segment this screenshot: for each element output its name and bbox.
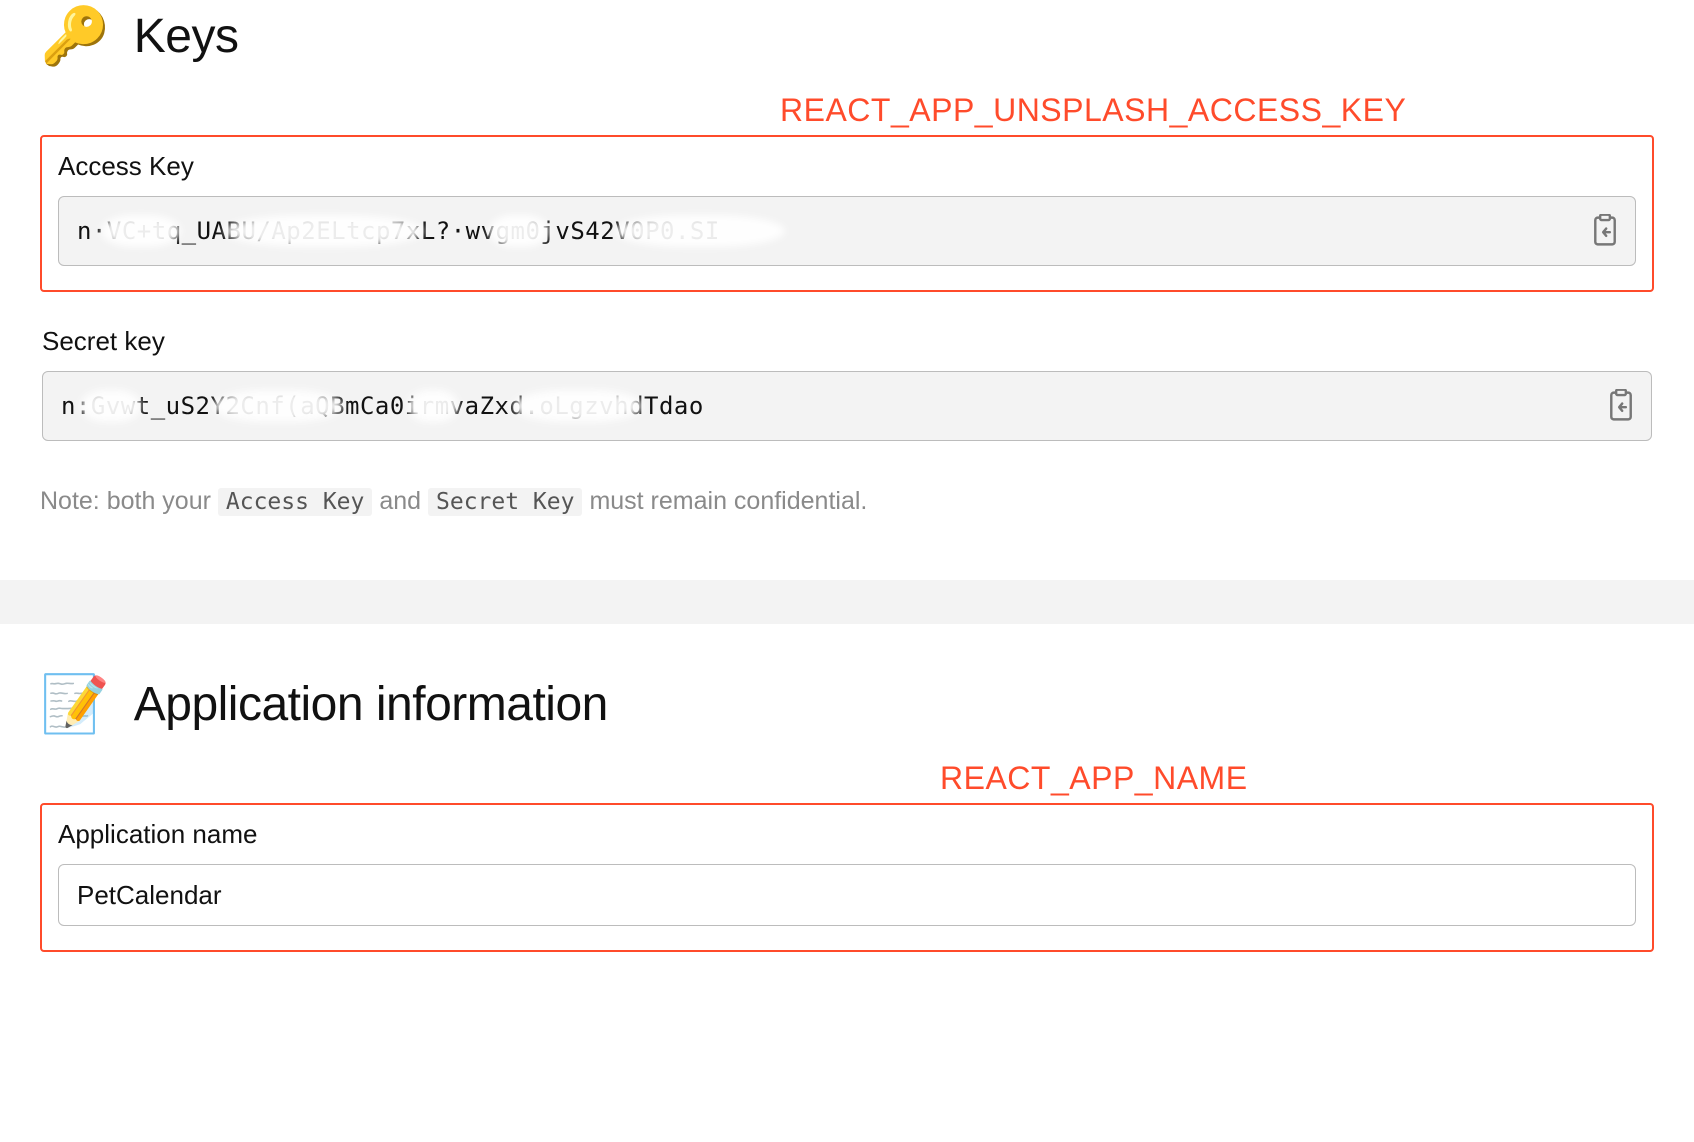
access-key-field[interactable]: n·VC+tq_UABU/Ap2ELtcp7xL?·wvgm0jvS42V0P0…	[58, 196, 1636, 266]
access-key-label: Access Key	[58, 151, 1636, 182]
section-separator	[0, 580, 1694, 624]
access-key-env-callout: REACT_APP_UNSPLASH_ACCESS_KEY	[780, 92, 1654, 129]
clipboard-icon	[1590, 214, 1620, 248]
secret-key-label: Secret key	[42, 326, 1652, 357]
key-icon: 🔑	[40, 8, 110, 64]
app-name-label: Application name	[58, 819, 1636, 850]
app-info-heading-text: Application information	[134, 677, 608, 732]
secret-key-field[interactable]: n:Gvwt_uS2Y2Cnf(aQBmCa0irmvaZxd.oLgzvhdT…	[42, 371, 1652, 441]
note-prefix: Note: both your	[40, 487, 211, 515]
note-suffix: must remain confidential.	[589, 487, 867, 515]
keys-heading-text: Keys	[134, 9, 239, 64]
copy-access-key-button[interactable]	[1589, 213, 1621, 249]
keys-heading: 🔑 Keys	[40, 8, 1654, 64]
note-access-key-chip: Access Key	[218, 488, 372, 516]
app-info-heading: 📝 Application information	[40, 676, 1654, 732]
copy-secret-key-button[interactable]	[1605, 388, 1637, 424]
secret-key-block: Secret key n:Gvwt_uS2Y2Cnf(aQBmCa0irmvaZ…	[40, 326, 1654, 441]
app-name-input[interactable]	[58, 864, 1636, 926]
app-name-env-callout: REACT_APP_NAME	[940, 760, 1654, 797]
app-name-highlight-box: Application name	[40, 803, 1654, 952]
note-secret-key-chip: Secret Key	[428, 488, 582, 516]
access-key-highlight-box: Access Key n·VC+tq_UABU/Ap2ELtcp7xL?·wvg…	[40, 135, 1654, 292]
clipboard-icon	[1606, 389, 1636, 423]
keys-section: 🔑 Keys REACT_APP_UNSPLASH_ACCESS_KEY Acc…	[0, 0, 1694, 580]
confidentiality-note: Note: both your Access Key and Secret Ke…	[40, 487, 1654, 516]
note-mid: and	[379, 487, 421, 515]
memo-icon: 📝	[40, 676, 110, 732]
app-info-section: 📝 Application information REACT_APP_NAME…	[0, 624, 1694, 952]
